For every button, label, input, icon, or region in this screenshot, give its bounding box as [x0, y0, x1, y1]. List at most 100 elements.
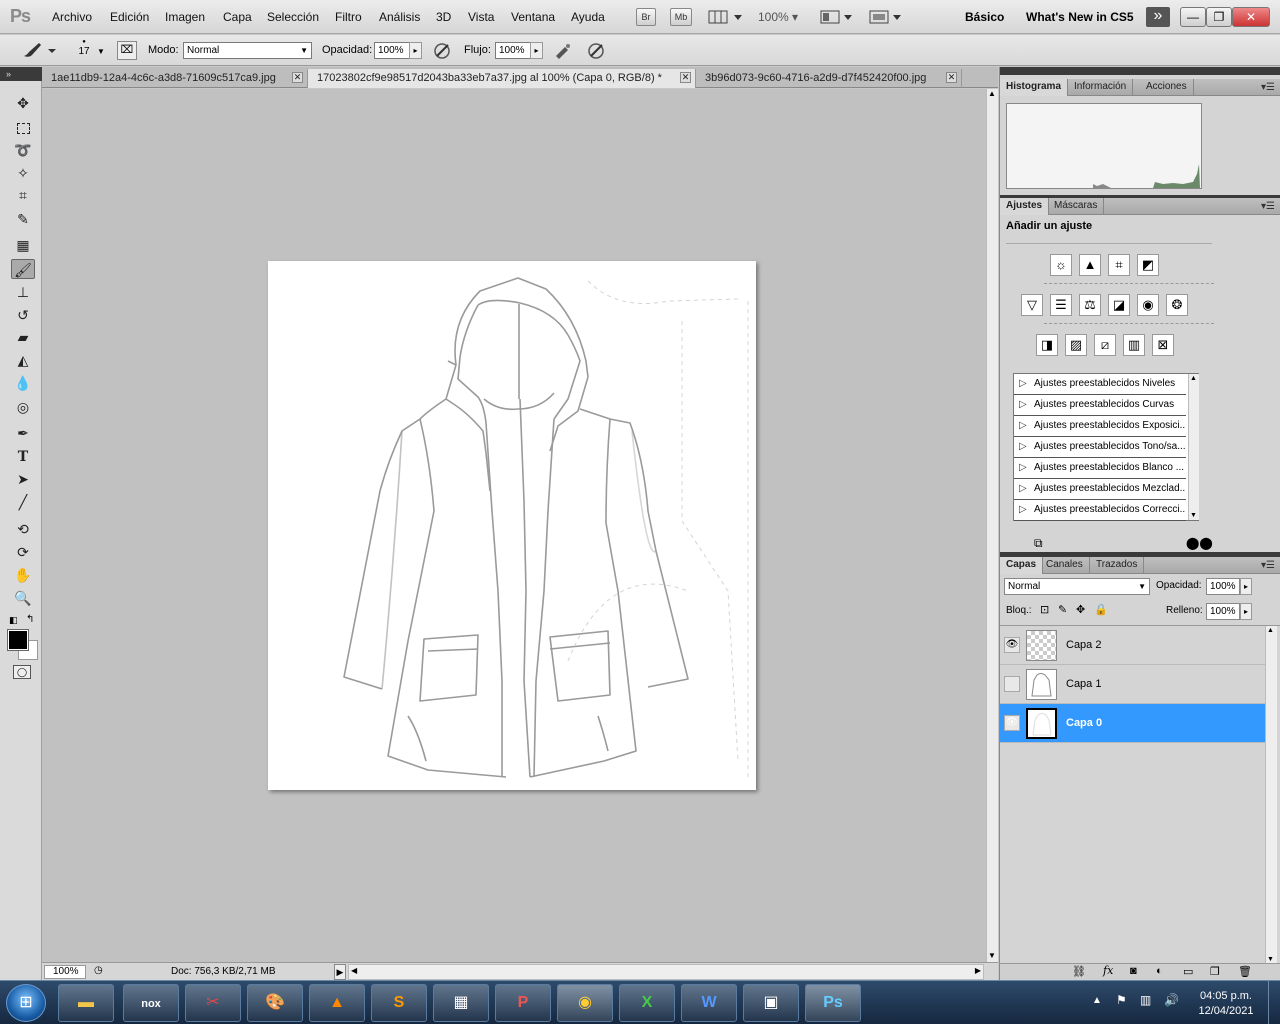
- zoom-input[interactable]: 100%: [44, 965, 86, 979]
- threshold-button[interactable]: ⧄: [1094, 334, 1116, 356]
- opacity-slider-toggle[interactable]: ▸: [409, 42, 422, 59]
- menu-edicion[interactable]: Edición: [110, 10, 149, 24]
- layer-row[interactable]: Capa 1: [1000, 665, 1275, 704]
- document-tab-active[interactable]: 17023802cf9e98517d2043ba33eb7a37.jpg al …: [308, 69, 696, 88]
- scroll-right-icon[interactable]: ▶: [975, 966, 981, 975]
- taskbar-palette[interactable]: 🎨: [247, 984, 303, 1022]
- document-canvas[interactable]: [268, 261, 756, 790]
- taskbar-photos[interactable]: ▣: [743, 984, 799, 1022]
- taskbar-photoshop[interactable]: Ps: [805, 984, 861, 1022]
- menu-imagen[interactable]: Imagen: [165, 10, 205, 24]
- photo-filter-button[interactable]: ◉: [1137, 294, 1159, 316]
- show-hidden-icons[interactable]: ▲: [1092, 995, 1102, 1006]
- type-tool[interactable]: T: [11, 446, 35, 466]
- menu-ayuda[interactable]: Ayuda: [571, 10, 605, 24]
- hand-tool[interactable]: ✋: [11, 565, 35, 585]
- return-to-list-button[interactable]: ⧉: [1034, 536, 1043, 551]
- panel-menu-icon[interactable]: ▾☰: [1261, 560, 1275, 571]
- new-group-icon[interactable]: ▭: [1183, 965, 1193, 978]
- tab-acciones[interactable]: Acciones: [1140, 79, 1194, 96]
- preset-item[interactable]: ▷ Ajustes preestablecidos Tono/sa...: [1014, 437, 1186, 458]
- 3d-orbit-tool[interactable]: ⟳: [11, 542, 35, 562]
- scroll-left-icon[interactable]: ◀: [351, 966, 357, 975]
- lock-transparency-icon[interactable]: ⊡: [1040, 603, 1049, 616]
- mode-select[interactable]: Normal ▼: [183, 42, 312, 59]
- flow-input[interactable]: 100%: [495, 42, 531, 59]
- quick-selection-tool[interactable]: ✧: [11, 163, 35, 183]
- menu-archivo[interactable]: Archivo: [52, 10, 92, 24]
- move-tool[interactable]: ✥: [11, 93, 35, 113]
- scroll-up-icon[interactable]: ▲: [1190, 375, 1197, 382]
- layer-opacity-slider-toggle[interactable]: ▸: [1240, 578, 1252, 595]
- restore-button[interactable]: ❐: [1206, 7, 1232, 27]
- scroll-down-icon[interactable]: ▼: [1190, 512, 1197, 519]
- document-tab[interactable]: 3b96d073-9c60-4716-a2d9-d7f452420f00.jpg…: [696, 69, 962, 88]
- blend-mode-select[interactable]: Normal ▼: [1004, 578, 1150, 595]
- path-selection-tool[interactable]: ➤: [11, 469, 35, 489]
- preset-item[interactable]: ▷ Ajustes preestablecidos Blanco ...: [1014, 458, 1186, 479]
- more-workspaces-button[interactable]: »: [1146, 7, 1170, 27]
- eye-hidden-icon[interactable]: [1004, 676, 1020, 692]
- clone-stamp-tool[interactable]: ⊥: [11, 282, 35, 302]
- new-layer-icon[interactable]: ❐: [1210, 965, 1220, 978]
- tab-histograma[interactable]: Histograma: [1000, 79, 1069, 96]
- scroll-down-icon[interactable]: ▼: [1267, 956, 1274, 963]
- selective-color-button[interactable]: ⊠: [1152, 334, 1174, 356]
- scroll-down-icon[interactable]: ▼: [988, 951, 996, 960]
- menu-capa[interactable]: Capa: [223, 10, 252, 24]
- taskbar-excel[interactable]: X: [619, 984, 675, 1022]
- action-center-icon[interactable]: ⚑: [1116, 993, 1127, 1007]
- marquee-tool[interactable]: [11, 117, 35, 137]
- fill-input[interactable]: 100%: [1206, 603, 1240, 620]
- channel-mixer-button[interactable]: ❂: [1166, 294, 1188, 316]
- view-extras-dropdown[interactable]: [708, 9, 746, 25]
- zoom-level-dropdown[interactable]: 100% ▾: [758, 10, 798, 24]
- pen-pressure-opacity-button[interactable]: [432, 41, 452, 61]
- menu-ventana[interactable]: Ventana: [511, 10, 555, 24]
- canvas-vertical-scrollbar[interactable]: ▲ ▼: [986, 89, 998, 962]
- volume-icon[interactable]: 🔊: [1164, 993, 1179, 1007]
- bridge-button[interactable]: Br: [636, 8, 656, 26]
- invert-button[interactable]: ◨: [1036, 334, 1058, 356]
- trash-icon[interactable]: 🗑: [1238, 965, 1252, 978]
- tab-capas[interactable]: Capas: [1000, 557, 1044, 574]
- workspace-basico[interactable]: Básico: [965, 10, 1004, 24]
- show-desktop-button[interactable]: [1268, 981, 1280, 1024]
- layer-opacity-input[interactable]: 100%: [1206, 578, 1240, 595]
- scroll-up-icon[interactable]: ▲: [988, 89, 996, 98]
- layer-style-icon[interactable]: fx: [1103, 964, 1113, 977]
- scroll-up-icon[interactable]: ▲: [1267, 627, 1274, 634]
- status-info-button[interactable]: ◷: [94, 965, 108, 979]
- tools-panel-header[interactable]: »: [0, 67, 42, 81]
- eraser-tool[interactable]: ▰: [11, 327, 35, 347]
- layer-row-selected[interactable]: 👁 Capa 0: [1000, 704, 1275, 743]
- swap-colors-button[interactable]: ↰: [26, 614, 34, 625]
- brush-panel-toggle[interactable]: ⌧: [117, 41, 137, 60]
- lock-all-icon[interactable]: 🔒: [1094, 603, 1108, 616]
- layers-scrollbar[interactable]: ▲ ▼: [1265, 626, 1277, 964]
- airbrush-button[interactable]: [553, 41, 573, 61]
- color-balance-button[interactable]: ⚖: [1079, 294, 1101, 316]
- 3d-rotate-tool[interactable]: ⟲: [11, 519, 35, 539]
- brush-size-picker[interactable]: ● 17: [74, 38, 94, 64]
- menu-3d[interactable]: 3D: [436, 10, 451, 24]
- tab-informacion[interactable]: Información: [1068, 79, 1134, 96]
- tab-mascaras[interactable]: Máscaras: [1048, 198, 1105, 215]
- document-tab[interactable]: 1ae11db9-12a4-4c6c-a3d8-71609c517ca9.jpg…: [42, 69, 308, 88]
- black-white-button[interactable]: ◪: [1108, 294, 1130, 316]
- taskbar-chrome[interactable]: ◉: [557, 984, 613, 1022]
- posterize-button[interactable]: ▨: [1065, 334, 1087, 356]
- pen-pressure-size-button[interactable]: [586, 41, 606, 61]
- panel-menu-icon[interactable]: ▾☰: [1261, 201, 1275, 212]
- eye-icon[interactable]: 👁: [1004, 637, 1020, 653]
- preset-item[interactable]: ▷ Ajustes preestablecidos Correcci...: [1014, 500, 1186, 521]
- quick-mask-button[interactable]: ◯: [13, 665, 31, 679]
- preset-item[interactable]: ▷ Ajustes preestablecidos Niveles: [1014, 374, 1186, 395]
- preset-item[interactable]: ▷ Ajustes preestablecidos Mezclad...: [1014, 479, 1186, 500]
- close-icon[interactable]: ✕: [946, 72, 957, 83]
- taskbar-vlc[interactable]: ▲: [309, 984, 365, 1022]
- canvas-workspace[interactable]: [42, 89, 986, 962]
- taskbar-explorer[interactable]: ▬: [58, 984, 114, 1022]
- taskbar-paint[interactable]: ✂: [185, 984, 241, 1022]
- tab-ajustes[interactable]: Ajustes: [1000, 198, 1050, 215]
